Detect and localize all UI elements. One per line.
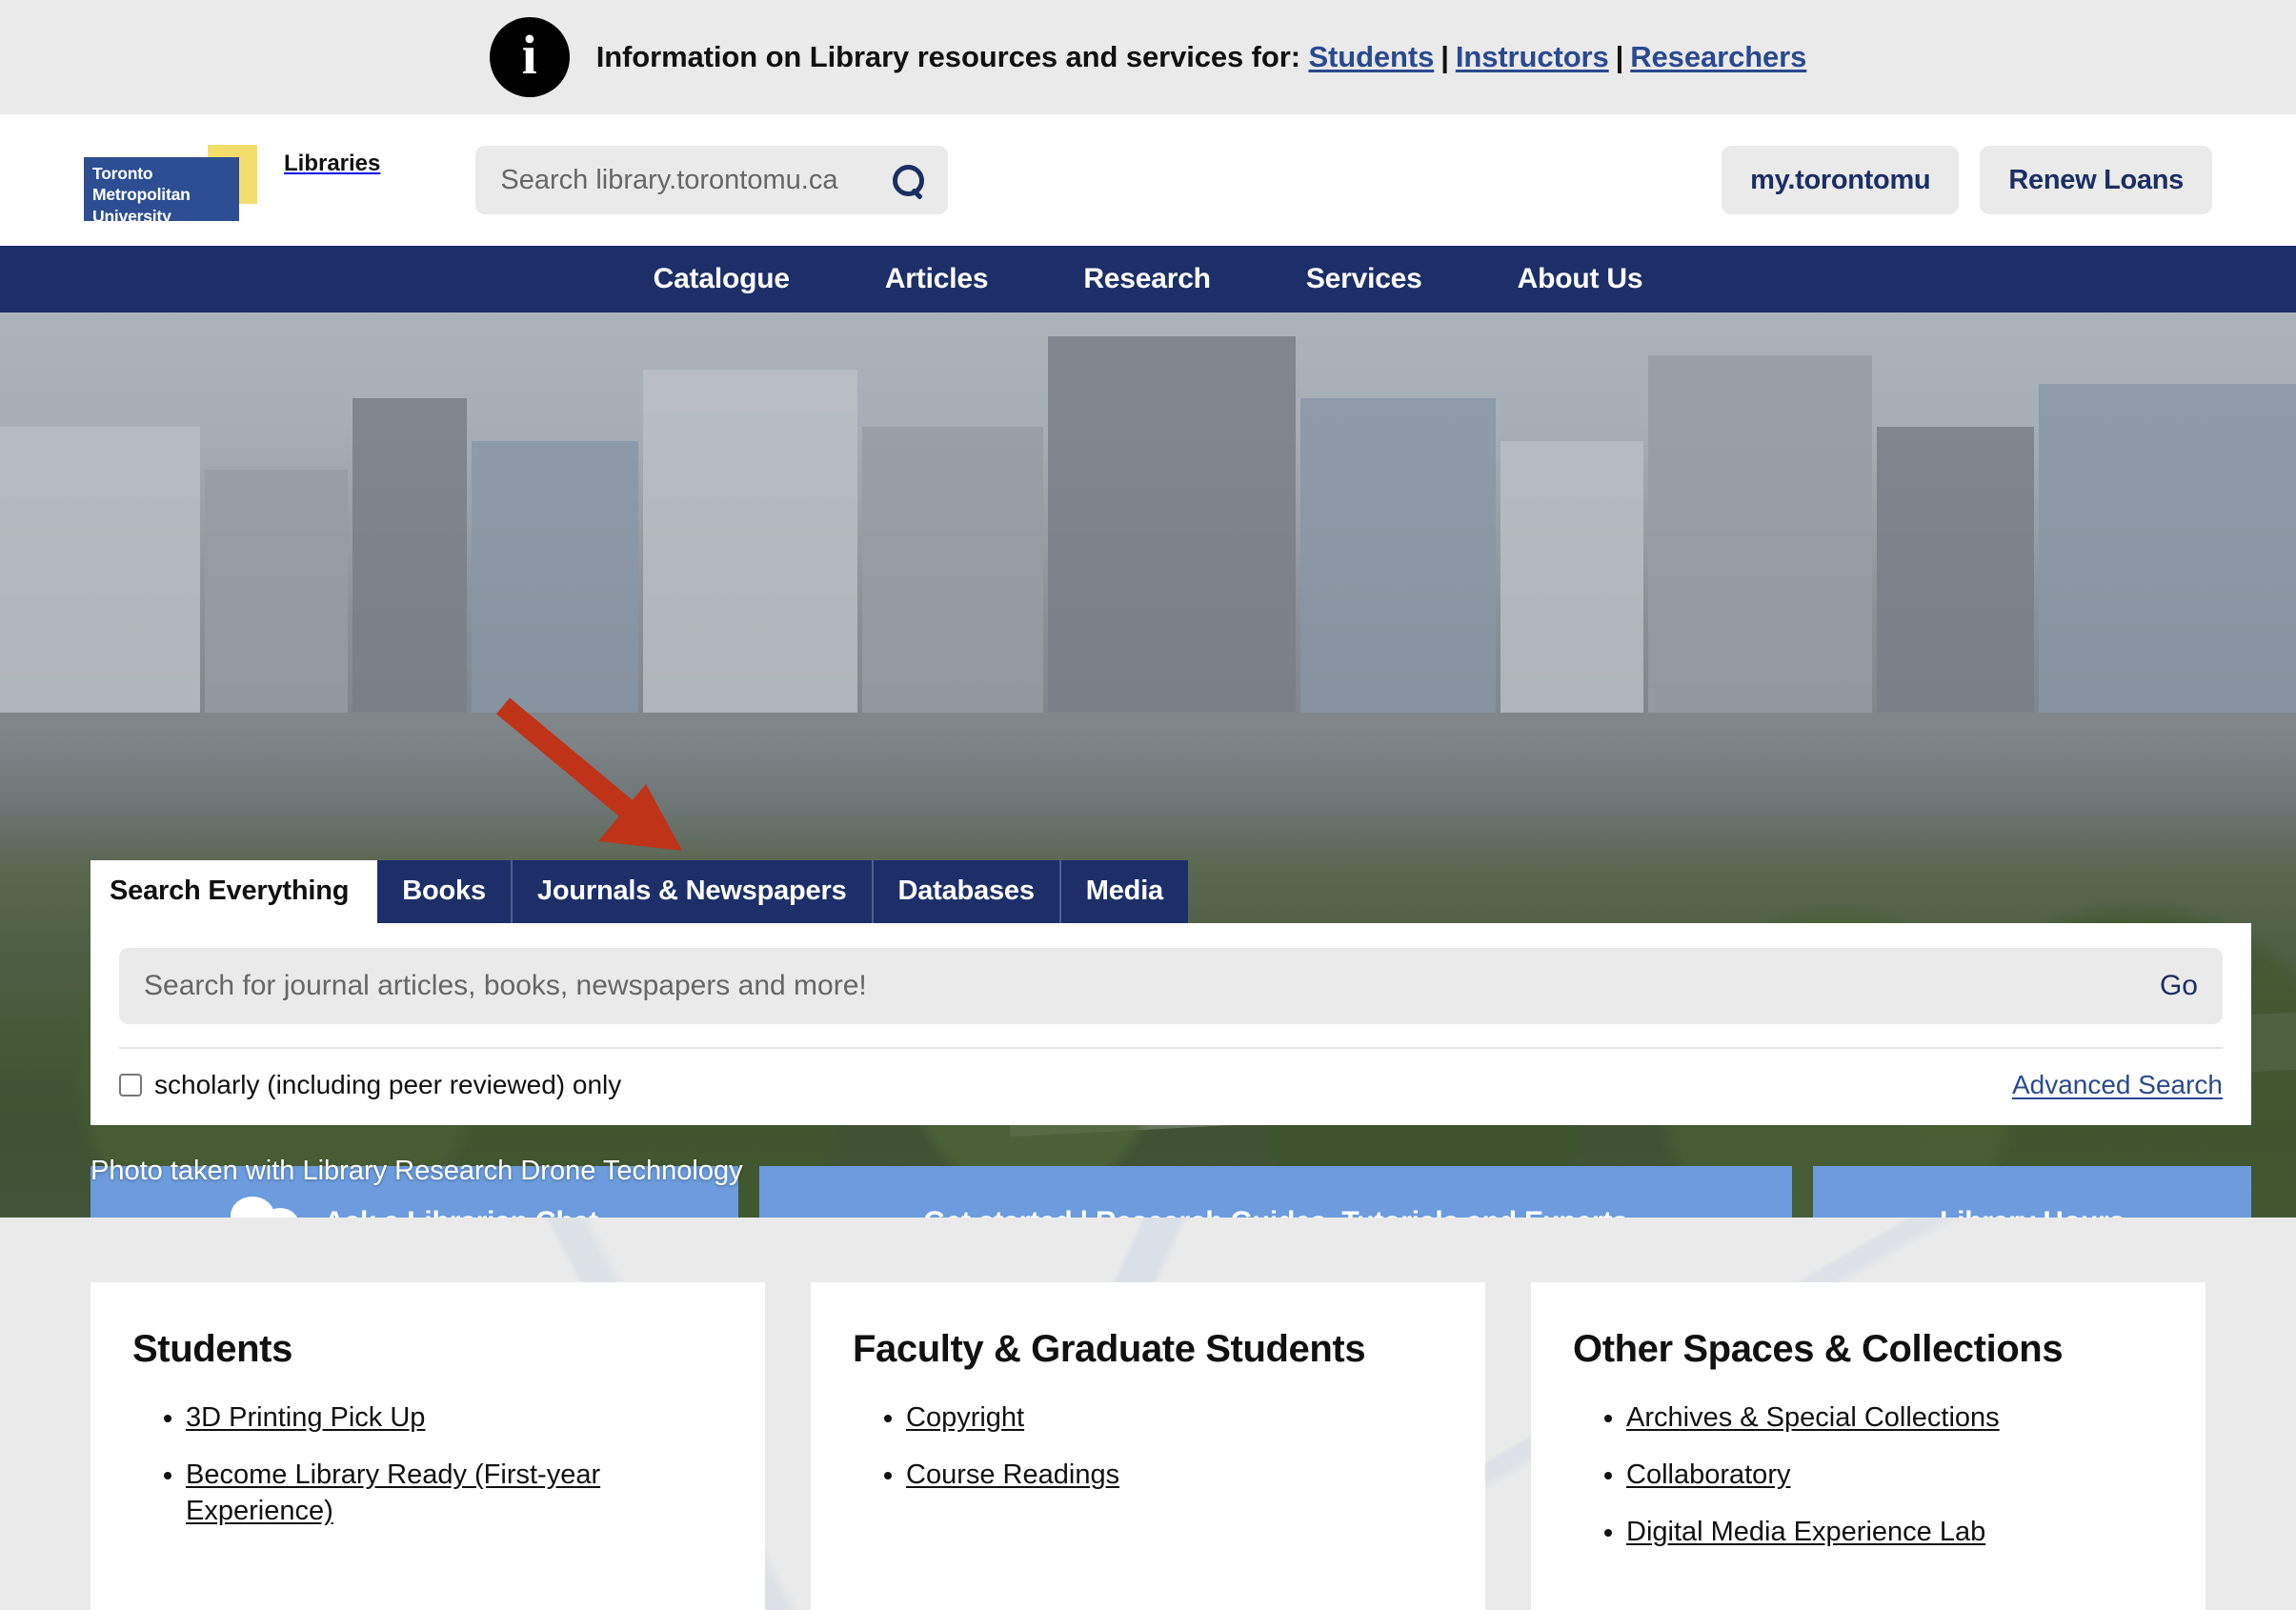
tab-databases[interactable]: Databases bbox=[873, 860, 1061, 923]
library-hours-label: Library Hours bbox=[1940, 1206, 2125, 1218]
primo-search-input[interactable] bbox=[144, 970, 2145, 1002]
card-other-spaces-list: Archives & Special Collections Collabora… bbox=[1573, 1399, 2164, 1551]
search-icon[interactable] bbox=[893, 165, 925, 196]
tab-books[interactable]: Books bbox=[377, 860, 513, 923]
advanced-search-link[interactable]: Advanced Search bbox=[2012, 1070, 2223, 1100]
scholarly-label[interactable]: scholarly (including peer reviewed) only bbox=[154, 1070, 621, 1100]
tmu-libraries-logo[interactable]: Toronto Metropolitan University Librarie… bbox=[84, 139, 381, 226]
scholarly-filter[interactable]: scholarly (including peer reviewed) only bbox=[119, 1070, 621, 1100]
scholarly-checkbox[interactable] bbox=[119, 1074, 142, 1097]
logo-line-3: University bbox=[92, 206, 171, 226]
library-hours-button[interactable]: Library Hours bbox=[1813, 1166, 2251, 1218]
chat-bubbles-icon bbox=[231, 1197, 300, 1218]
nav-item-articles[interactable]: Articles bbox=[837, 263, 1036, 295]
my-torontomu-button[interactable]: my.torontomu bbox=[1722, 146, 1960, 214]
header-actions: my.torontomu Renew Loans bbox=[1722, 146, 2212, 214]
audience-cards: Students 3D Printing Pick Up Become Libr… bbox=[91, 1282, 2205, 1610]
nav-item-catalogue[interactable]: Catalogue bbox=[606, 263, 837, 295]
alert-message-text: Information on Library resources and ser… bbox=[595, 40, 1300, 73]
site-header: Toronto Metropolitan University Librarie… bbox=[0, 114, 2296, 246]
alert-separator-2: | bbox=[1615, 40, 1624, 73]
get-started-button[interactable]: Get started | Research Guides, Tutorials… bbox=[759, 1166, 1792, 1218]
tmu-logo-mark: Toronto Metropolitan University bbox=[84, 145, 257, 226]
primo-search-field[interactable]: Go bbox=[119, 948, 2223, 1024]
link-become-library-ready[interactable]: Become Library Ready (First-year Experie… bbox=[186, 1459, 600, 1526]
logo-blue-box: Toronto Metropolitan University bbox=[84, 157, 239, 226]
logo-line-1: Toronto bbox=[92, 164, 153, 183]
list-item: Archives & Special Collections bbox=[1626, 1399, 2164, 1436]
card-faculty-list: Copyright Course Readings bbox=[853, 1399, 1443, 1494]
card-faculty-graduate-students: Faculty & Graduate Students Copyright Co… bbox=[811, 1282, 1485, 1610]
libraries-wordmark: Libraries bbox=[284, 151, 381, 176]
get-started-label: Get started | Research Guides, Tutorials… bbox=[923, 1206, 1628, 1218]
link-digital-media-experience-lab[interactable]: Digital Media Experience Lab bbox=[1626, 1517, 1985, 1547]
logo-line-2: Metropolitan bbox=[92, 185, 191, 205]
link-course-readings[interactable]: Course Readings bbox=[906, 1459, 1119, 1490]
search-panel-footer: scholarly (including peer reviewed) only… bbox=[119, 1047, 2223, 1100]
alert-link-instructors[interactable]: Instructors bbox=[1456, 40, 1609, 73]
search-panel-body: Go scholarly (including peer reviewed) o… bbox=[91, 923, 2251, 1125]
tab-media[interactable]: Media bbox=[1060, 860, 1188, 923]
alert-link-researchers[interactable]: Researchers bbox=[1630, 40, 1806, 73]
renew-loans-button[interactable]: Renew Loans bbox=[1980, 146, 2212, 214]
photo-caption: Photo taken with Library Research Drone … bbox=[91, 1156, 743, 1186]
primo-search-panel: Search Everything Books Journals & Newsp… bbox=[91, 860, 2251, 1125]
go-button[interactable]: Go bbox=[2145, 970, 2198, 1002]
card-faculty-title: Faculty & Graduate Students bbox=[853, 1328, 1366, 1370]
card-students-title: Students bbox=[132, 1328, 292, 1370]
ask-a-librarian-chat-label: Ask a Librarian Chat bbox=[324, 1206, 598, 1218]
site-search-input[interactable] bbox=[500, 164, 882, 196]
nav-item-research[interactable]: Research bbox=[1036, 263, 1259, 295]
nav-item-services[interactable]: Services bbox=[1259, 263, 1470, 295]
list-item: Copyright bbox=[906, 1399, 1443, 1436]
alert-message: Information on Library resources and ser… bbox=[596, 40, 1807, 74]
link-archives-special-collections[interactable]: Archives & Special Collections bbox=[1626, 1402, 2000, 1433]
alert-separator-1: | bbox=[1440, 40, 1449, 73]
tab-search-everything[interactable]: Search Everything bbox=[91, 860, 378, 923]
main-navigation: Catalogue Articles Research Services Abo… bbox=[0, 246, 2296, 312]
link-collaboratory[interactable]: Collaboratory bbox=[1626, 1459, 1790, 1490]
tab-journals-newspapers[interactable]: Journals & Newspapers bbox=[512, 860, 874, 923]
audience-cards-section: Students 3D Printing Pick Up Become Libr… bbox=[0, 1218, 2296, 1610]
search-tabs: Search Everything Books Journals & Newsp… bbox=[91, 860, 2251, 923]
list-item: Become Library Ready (First-year Experie… bbox=[186, 1457, 723, 1530]
alert-link-students[interactable]: Students bbox=[1308, 40, 1434, 73]
card-other-spaces-title: Other Spaces & Collections bbox=[1573, 1328, 2064, 1370]
list-item: 3D Printing Pick Up bbox=[186, 1399, 723, 1436]
skyline-art bbox=[0, 312, 2296, 713]
site-search[interactable] bbox=[475, 146, 949, 214]
link-copyright[interactable]: Copyright bbox=[906, 1402, 1024, 1433]
info-icon: i bbox=[489, 17, 570, 97]
nav-item-about-us[interactable]: About Us bbox=[1470, 263, 1691, 295]
info-alert-bar: i Information on Library resources and s… bbox=[0, 0, 2296, 114]
link-3d-printing-pick-up[interactable]: 3D Printing Pick Up bbox=[186, 1402, 425, 1433]
card-students: Students 3D Printing Pick Up Become Libr… bbox=[91, 1282, 765, 1610]
hero-section: Search Everything Books Journals & Newsp… bbox=[0, 312, 2296, 1218]
card-other-spaces-collections: Other Spaces & Collections Archives & Sp… bbox=[1531, 1282, 2205, 1610]
list-item: Collaboratory bbox=[1626, 1457, 2164, 1493]
card-students-list: 3D Printing Pick Up Become Library Ready… bbox=[132, 1399, 723, 1530]
list-item: Digital Media Experience Lab bbox=[1626, 1514, 2164, 1550]
list-item: Course Readings bbox=[906, 1457, 1443, 1493]
